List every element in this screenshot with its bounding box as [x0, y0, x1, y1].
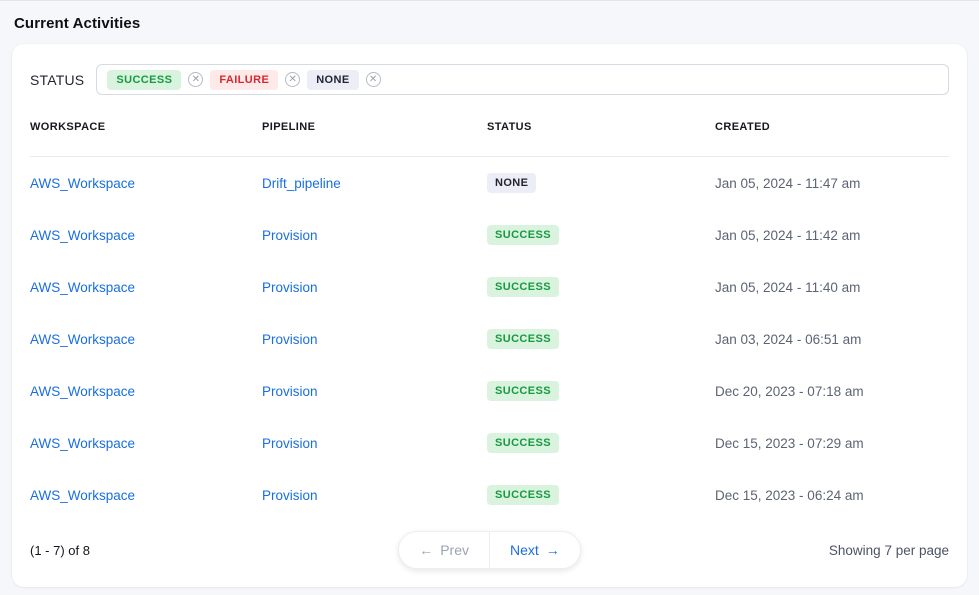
status-badge: SUCCESS — [487, 277, 559, 297]
prev-label: Prev — [440, 542, 469, 558]
workspace-link[interactable]: AWS_Workspace — [30, 332, 135, 347]
table-row: AWS_Workspace Provision SUCCESS Dec 15, … — [30, 417, 949, 469]
filter-tag-failure: FAILURE — [210, 70, 278, 90]
pipeline-link[interactable]: Provision — [262, 228, 318, 243]
status-badge: SUCCESS — [487, 329, 559, 349]
created-timestamp: Dec 15, 2023 - 07:29 am — [715, 436, 949, 451]
created-timestamp: Jan 05, 2024 - 11:47 am — [715, 176, 949, 191]
status-badge: SUCCESS — [487, 225, 559, 245]
remove-none-tag-icon[interactable]: ✕ — [366, 72, 381, 87]
status-filter-row: STATUS SUCCESS ✕ FAILURE ✕ NONE ✕ — [30, 44, 949, 95]
workspace-link[interactable]: AWS_Workspace — [30, 176, 135, 191]
table-row: AWS_Workspace Provision SUCCESS Jan 03, … — [30, 313, 949, 365]
pager-control: ← Prev Next → — [398, 531, 581, 569]
pipeline-link[interactable]: Drift_pipeline — [262, 176, 341, 191]
workspace-link[interactable]: AWS_Workspace — [30, 436, 135, 451]
next-label: Next — [510, 542, 539, 558]
pipeline-link[interactable]: Provision — [262, 280, 318, 295]
workspace-link[interactable]: AWS_Workspace — [30, 280, 135, 295]
pagination-range: (1 - 7) of 8 — [30, 543, 398, 558]
arrow-left-icon: ← — [419, 543, 433, 557]
column-header-status: STATUS — [487, 121, 715, 133]
page-title: Current Activities — [0, 1, 979, 32]
table-header: WORKSPACE PIPELINE STATUS CREATED — [30, 97, 949, 157]
created-timestamp: Jan 05, 2024 - 11:40 am — [715, 280, 949, 295]
pipeline-link[interactable]: Provision — [262, 332, 318, 347]
pagination-footer: (1 - 7) of 8 ← Prev Next → Showing 7 per… — [30, 531, 949, 569]
filter-tag-none: NONE — [307, 70, 358, 90]
workspace-link[interactable]: AWS_Workspace — [30, 384, 135, 399]
table-row: AWS_Workspace Drift_pipeline NONE Jan 05… — [30, 157, 949, 209]
column-header-pipeline: PIPELINE — [262, 121, 487, 133]
workspace-link[interactable]: AWS_Workspace — [30, 488, 135, 503]
next-page-button[interactable]: Next → — [490, 532, 580, 568]
pipeline-link[interactable]: Provision — [262, 436, 318, 451]
status-badge: SUCCESS — [487, 381, 559, 401]
created-timestamp: Jan 05, 2024 - 11:42 am — [715, 228, 949, 243]
current-activities-card: STATUS SUCCESS ✕ FAILURE ✕ NONE ✕ WORKSP… — [12, 44, 967, 587]
prev-page-button[interactable]: ← Prev — [399, 532, 490, 568]
status-filter-label: STATUS — [30, 72, 84, 88]
created-timestamp: Jan 03, 2024 - 06:51 am — [715, 332, 949, 347]
remove-failure-tag-icon[interactable]: ✕ — [285, 72, 300, 87]
pipeline-link[interactable]: Provision — [262, 384, 318, 399]
status-badge: SUCCESS — [487, 433, 559, 453]
status-badge: SUCCESS — [487, 485, 559, 505]
table-row: AWS_Workspace Provision SUCCESS Dec 20, … — [30, 365, 949, 417]
created-timestamp: Dec 15, 2023 - 06:24 am — [715, 488, 949, 503]
arrow-right-icon: → — [546, 543, 560, 557]
table-row: AWS_Workspace Provision SUCCESS Jan 05, … — [30, 261, 949, 313]
pipeline-link[interactable]: Provision — [262, 488, 318, 503]
table-row: AWS_Workspace Provision SUCCESS Jan 05, … — [30, 209, 949, 261]
column-header-workspace: WORKSPACE — [30, 121, 262, 133]
table-row: AWS_Workspace Provision SUCCESS Dec 15, … — [30, 469, 949, 521]
workspace-link[interactable]: AWS_Workspace — [30, 228, 135, 243]
column-header-created: CREATED — [715, 121, 949, 133]
filter-tag-success: SUCCESS — [107, 70, 181, 90]
status-badge: NONE — [487, 173, 536, 193]
created-timestamp: Dec 20, 2023 - 07:18 am — [715, 384, 949, 399]
per-page-indicator: Showing 7 per page — [581, 543, 949, 558]
status-filter-input[interactable]: SUCCESS ✕ FAILURE ✕ NONE ✕ — [96, 64, 949, 95]
remove-success-tag-icon[interactable]: ✕ — [188, 72, 203, 87]
